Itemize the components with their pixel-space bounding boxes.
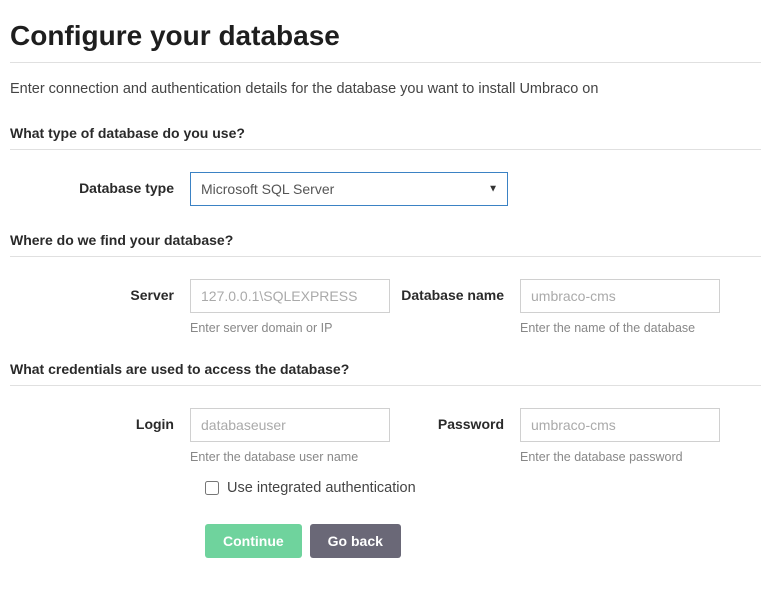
continue-button[interactable]: Continue	[205, 524, 302, 558]
integrated-auth-checkbox[interactable]	[205, 481, 219, 495]
go-back-button[interactable]: Go back	[310, 524, 401, 558]
database-name-help: Enter the name of the database	[520, 321, 720, 335]
integrated-auth-label[interactable]: Use integrated authentication	[227, 480, 416, 496]
server-input[interactable]	[190, 279, 390, 313]
section-divider-location	[10, 256, 761, 257]
section-heading-credentials: What credentials are used to access the …	[10, 361, 761, 377]
password-label: Password	[390, 408, 520, 432]
intro-text: Enter connection and authentication deta…	[10, 81, 761, 97]
section-divider-type	[10, 149, 761, 150]
server-help: Enter server domain or IP	[190, 321, 390, 335]
database-name-input[interactable]	[520, 279, 720, 313]
database-type-label: Database type	[10, 172, 190, 196]
section-divider-credentials	[10, 385, 761, 386]
database-type-select[interactable]: Microsoft SQL Server	[190, 172, 508, 206]
password-help: Enter the database password	[520, 450, 720, 464]
section-heading-type: What type of database do you use?	[10, 125, 761, 141]
database-name-label: Database name	[390, 279, 520, 303]
title-divider	[10, 62, 761, 63]
page-title: Configure your database	[10, 20, 761, 52]
login-label: Login	[10, 408, 190, 432]
password-input[interactable]	[520, 408, 720, 442]
login-help: Enter the database user name	[190, 450, 390, 464]
server-label: Server	[10, 279, 190, 303]
login-input[interactable]	[190, 408, 390, 442]
section-heading-location: Where do we find your database?	[10, 232, 761, 248]
